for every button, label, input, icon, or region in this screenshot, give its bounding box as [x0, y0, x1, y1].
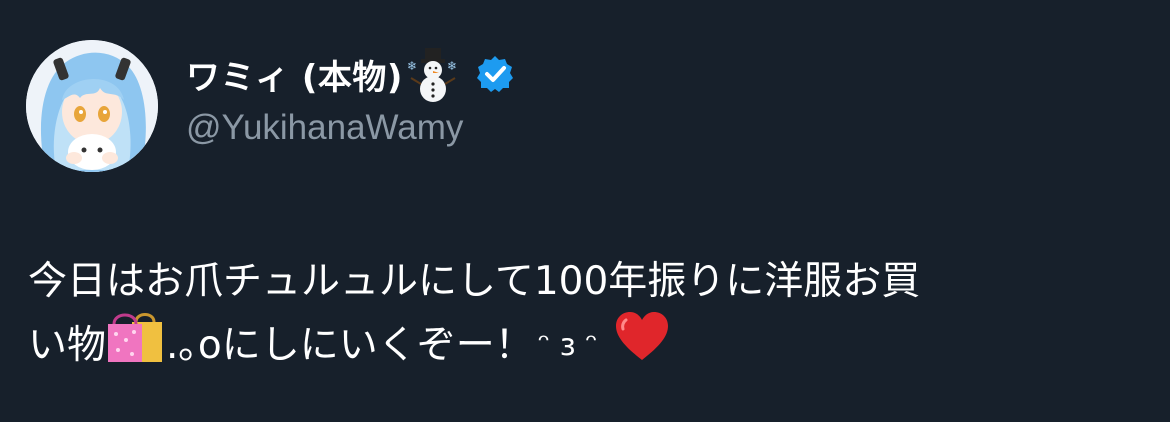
tweet-line-2: い物 .｡oにしにいくぞー！ ᵔ ɜ ᵔ — [28, 312, 1148, 378]
tweet-text-segment: .｡oにしにいくぞー！ — [166, 323, 534, 368]
red-heart-icon — [614, 310, 670, 382]
verified-badge-icon[interactable] — [475, 54, 515, 94]
avatar[interactable] — [26, 40, 158, 172]
author-name-row: ワミィ (本物) ❄ ❄ — [186, 46, 515, 102]
author-handle[interactable]: @YukihanaWamy — [186, 108, 463, 148]
tweet-text: 今日はお爪チュルュルにして100年振りに洋服お買 い物 .｡oにしにいくぞー！ … — [28, 250, 1148, 378]
tweet-face-segment: ᵔ ɜ ᵔ — [537, 328, 598, 363]
shopping-bags-icon — [106, 308, 166, 384]
svg-text:❄: ❄ — [407, 59, 417, 73]
display-name[interactable]: ワミィ (本物) — [186, 50, 403, 99]
tweet-line-1: 今日はお爪チュルュルにして100年振りに洋服お買 — [28, 259, 921, 304]
tweet-card: ワミィ (本物) ❄ ❄ @YukihanaWamy 今日はお爪チュルュルにして… — [0, 0, 1170, 422]
avatar-image — [26, 40, 158, 172]
tweet-text-segment: い物 — [28, 323, 107, 368]
svg-text:❄: ❄ — [447, 59, 457, 73]
snowman-icon: ❄ ❄ — [405, 46, 461, 102]
